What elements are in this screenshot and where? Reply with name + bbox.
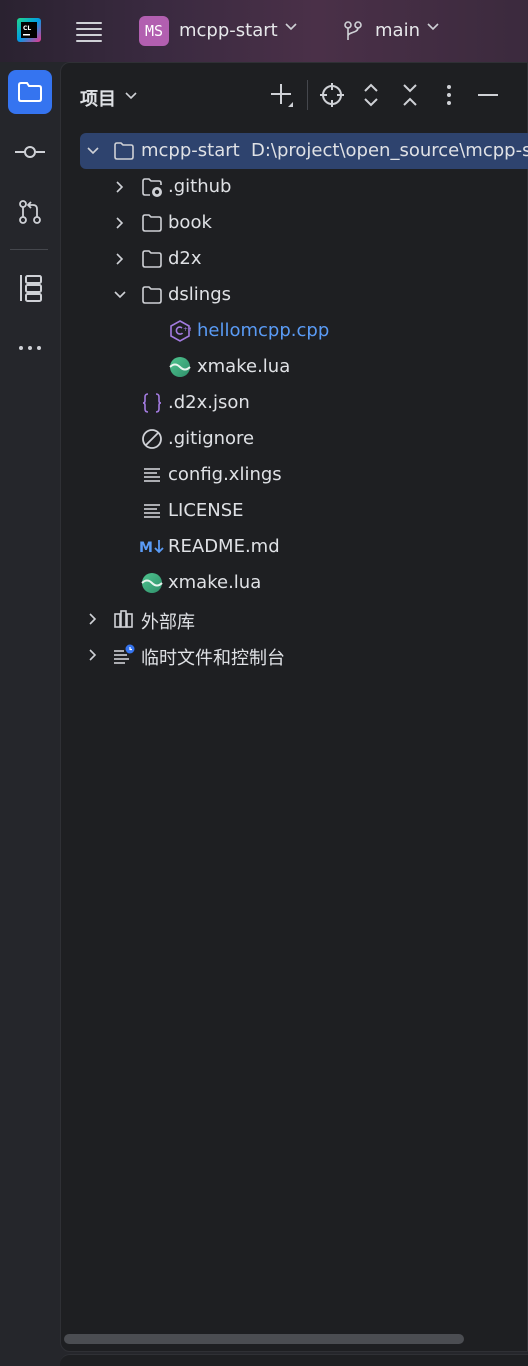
tree-item-label: xmake.lua bbox=[197, 356, 291, 377]
tree-item-label: mcpp-start bbox=[141, 140, 240, 161]
horizontal-scrollbar[interactable] bbox=[64, 1334, 464, 1344]
tree-item-label: d2x bbox=[168, 248, 202, 269]
tree-row[interactable]: .gitignore bbox=[80, 421, 528, 457]
folder-icon bbox=[113, 140, 135, 162]
toolbar-divider bbox=[10, 249, 48, 250]
folder-icon bbox=[18, 82, 42, 102]
tree-row[interactable]: .d2x.json bbox=[80, 385, 528, 421]
tree-item-label: README.md bbox=[168, 536, 280, 557]
tree-item-label: hellomcpp.cpp bbox=[197, 320, 330, 341]
markdown-file-icon: M bbox=[139, 536, 165, 558]
options-vertical-icon[interactable] bbox=[436, 82, 462, 108]
project-view-button[interactable] bbox=[8, 70, 52, 114]
collapse-all-icon[interactable] bbox=[397, 82, 423, 108]
tree-item-label: LICENSE bbox=[168, 500, 244, 521]
add-icon[interactable] bbox=[269, 82, 295, 108]
json-file-icon bbox=[141, 392, 163, 414]
tree-row[interactable]: xmake.lua bbox=[80, 565, 528, 601]
minimize-icon[interactable] bbox=[475, 82, 501, 108]
chevron-down-icon[interactable] bbox=[284, 20, 298, 38]
chevron-down-icon[interactable] bbox=[113, 287, 127, 301]
tree-root-path: D:\project\open_source\mcpp-s bbox=[251, 140, 528, 161]
panel-title[interactable]: 项目 bbox=[80, 85, 116, 111]
chevron-right-icon[interactable] bbox=[86, 647, 100, 661]
text-file-icon bbox=[141, 500, 163, 522]
svg-text:CL: CL bbox=[23, 25, 31, 32]
tree-item-label: book bbox=[168, 212, 212, 233]
tree-row[interactable]: ++ hellomcpp.cpp bbox=[80, 313, 528, 349]
structure-icon bbox=[20, 275, 42, 302]
tree-row[interactable]: d2x bbox=[80, 241, 528, 277]
chevron-right-icon[interactable] bbox=[113, 215, 127, 229]
clion-logo-icon[interactable]: CL bbox=[17, 18, 41, 42]
pull-requests-button[interactable] bbox=[8, 190, 52, 234]
scratches-icon bbox=[113, 644, 135, 666]
folder-icon bbox=[141, 248, 163, 270]
chevron-right-icon[interactable] bbox=[113, 179, 127, 193]
tree-item-label: 外部库 bbox=[141, 612, 195, 633]
tree-item-label: .gitignore bbox=[168, 428, 255, 449]
locate-icon[interactable] bbox=[319, 82, 345, 108]
tree-item-label: config.xlings bbox=[168, 464, 282, 485]
library-icon bbox=[113, 608, 135, 630]
tree-row[interactable]: LICENSE bbox=[80, 493, 528, 529]
tree-item-label: xmake.lua bbox=[168, 572, 262, 593]
folder-icon bbox=[141, 212, 163, 234]
lua-file-icon bbox=[169, 356, 191, 378]
tree-item-label: .d2x.json bbox=[168, 392, 250, 413]
tree-row[interactable]: dslings bbox=[80, 277, 528, 313]
tree-item-label: dslings bbox=[168, 284, 232, 305]
svg-text:M: M bbox=[139, 540, 153, 556]
tree-row[interactable]: M README.md bbox=[80, 529, 528, 565]
branch-name[interactable]: main bbox=[375, 20, 420, 41]
project-badge[interactable]: MS bbox=[139, 16, 169, 46]
folder-icon bbox=[141, 284, 163, 306]
chevron-down-icon[interactable] bbox=[426, 20, 440, 38]
tree-row[interactable]: .github bbox=[80, 169, 528, 205]
bottom-panel-edge bbox=[60, 1354, 528, 1366]
tree-item-label: .github bbox=[168, 176, 232, 197]
main-menu-icon[interactable] bbox=[76, 18, 102, 42]
tree-row[interactable]: book bbox=[80, 205, 528, 241]
tree-row[interactable]: 临时文件和控制台 bbox=[80, 637, 528, 673]
commit-button[interactable] bbox=[8, 130, 52, 174]
text-file-icon bbox=[141, 464, 163, 486]
project-name[interactable]: mcpp-start bbox=[179, 20, 278, 41]
panel-toolbar-divider bbox=[307, 80, 308, 110]
more-horizontal-icon bbox=[19, 346, 41, 350]
tree-row[interactable]: config.xlings bbox=[80, 457, 528, 493]
cpp-file-icon: ++ bbox=[169, 320, 193, 342]
tree-row[interactable]: 外部库 bbox=[80, 601, 528, 637]
expand-all-icon[interactable] bbox=[358, 82, 384, 108]
git-branch-icon[interactable] bbox=[343, 20, 363, 42]
chevron-right-icon[interactable] bbox=[113, 251, 127, 265]
tree-root-row[interactable]: mcpp-start D:\project\open_source\mcpp-s bbox=[80, 133, 528, 169]
svg-text:++: ++ bbox=[183, 326, 191, 333]
tree-row[interactable]: xmake.lua bbox=[80, 349, 528, 385]
commit-icon bbox=[15, 146, 45, 158]
lua-file-icon bbox=[141, 572, 163, 594]
pull-request-icon bbox=[19, 200, 41, 224]
ignore-file-icon bbox=[141, 428, 163, 450]
chevron-down-icon[interactable] bbox=[124, 88, 138, 107]
chevron-down-icon[interactable] bbox=[86, 143, 100, 157]
chevron-right-icon[interactable] bbox=[86, 611, 100, 625]
folder-github-icon bbox=[141, 176, 163, 198]
more-tools-button[interactable] bbox=[8, 326, 52, 370]
structure-button[interactable] bbox=[8, 266, 52, 310]
tree-item-label: 临时文件和控制台 bbox=[141, 648, 285, 669]
